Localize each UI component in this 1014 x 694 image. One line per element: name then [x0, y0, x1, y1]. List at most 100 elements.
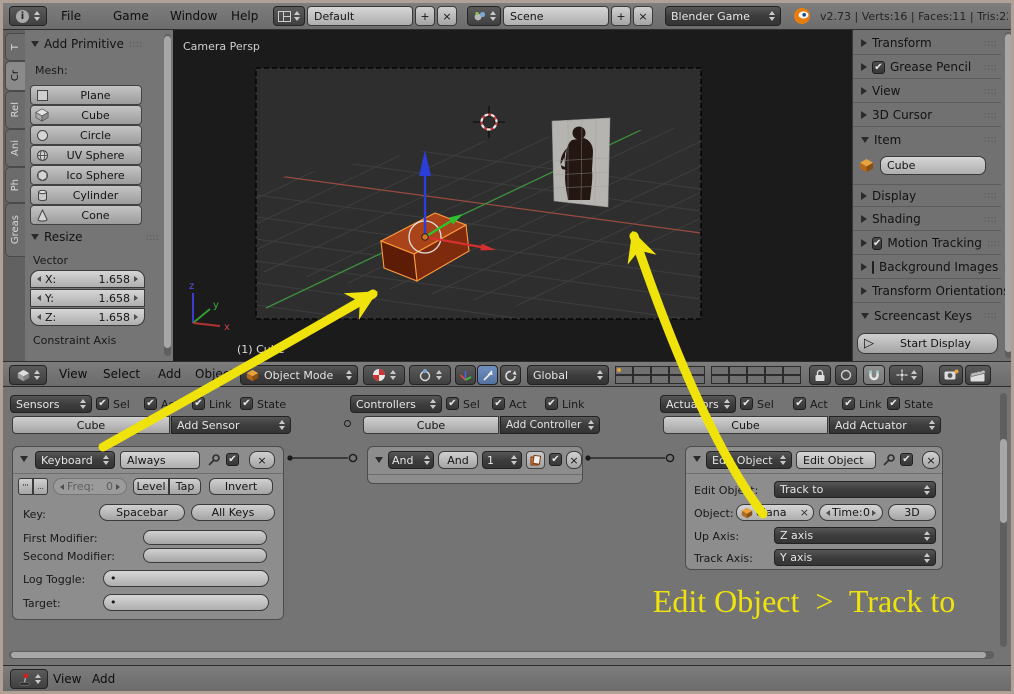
sensors-sel-checkbox[interactable]: ✔ [96, 397, 109, 410]
tab-grease-pencil[interactable]: Greas [5, 203, 25, 257]
resize-y-field[interactable]: Y: 1.658 [30, 289, 145, 307]
key-button[interactable]: Spacebar [99, 504, 185, 521]
decrement-arrow[interactable] [37, 276, 41, 282]
engine-dropdown[interactable]: Blender Game [665, 6, 781, 26]
3d-toggle[interactable]: 3D [888, 504, 936, 521]
section-background-images[interactable]: Background Images:::: [853, 256, 1011, 279]
screen-layout-browse-button[interactable] [273, 6, 305, 26]
scene-browse-button[interactable] [467, 6, 501, 26]
controller-state-dropdown[interactable]: 1 [482, 451, 522, 469]
logic-h-scrollbar[interactable] [9, 651, 994, 659]
actuators-filter-dropdown[interactable]: Actuators [660, 395, 736, 413]
actuators-act-checkbox[interactable]: ✔ [793, 397, 806, 410]
delete-controller-button[interactable]: × [566, 451, 582, 469]
section-motion-tracking[interactable]: ✔ Motion Tracking:::: [853, 232, 1001, 255]
add-cube-button[interactable]: Cube [30, 105, 142, 125]
actuators-sel-checkbox[interactable]: ✔ [740, 397, 753, 410]
tab-tools[interactable]: T [5, 33, 25, 61]
delete-sensor-button[interactable]: × [249, 451, 275, 469]
level-toggle[interactable]: Level [133, 478, 169, 495]
pivot-point-dropdown[interactable] [409, 365, 451, 385]
controllers-act-checkbox[interactable]: ✔ [492, 397, 505, 410]
layers-grid-1[interactable] [615, 366, 705, 384]
menu-view[interactable]: View [53, 672, 81, 686]
sensors-object-name[interactable]: Cube [12, 416, 170, 434]
increment-arrow[interactable] [134, 276, 138, 282]
actuators-link-checkbox[interactable]: ✔ [842, 397, 855, 410]
add-cylinder-button[interactable]: Cylinder [30, 185, 142, 205]
actuators-state-checkbox[interactable]: ✔ [887, 397, 900, 410]
time-field[interactable]: Time: 0 [819, 504, 883, 521]
start-display-button[interactable]: ▷ Start Display [857, 333, 998, 354]
layers-grid-2[interactable] [711, 366, 801, 384]
first-modifier-field[interactable] [143, 530, 267, 545]
snap-toggle-button[interactable] [863, 365, 885, 385]
menu-file[interactable]: File [61, 9, 81, 23]
add-circle-button[interactable]: Circle [30, 125, 142, 145]
properties-scrollbar[interactable] [1005, 32, 1011, 358]
viewport-3d[interactable]: z y x Camera Persp (1) Cube [173, 30, 852, 361]
tab-relations[interactable]: Rel [5, 91, 25, 129]
diana-object[interactable] [551, 117, 611, 208]
second-modifier-field[interactable] [143, 548, 267, 563]
menu-help[interactable]: Help [231, 9, 258, 23]
add-primitive-panel-header[interactable]: Add Primitive :::: [31, 37, 167, 51]
clear-object-icon[interactable]: × [800, 506, 809, 519]
frequency-field[interactable]: Freq: 0 [53, 478, 127, 495]
manipulator-toggle-button[interactable] [455, 365, 476, 385]
section-shading[interactable]: Shading:::: [853, 208, 1001, 231]
menu-object[interactable]: Object [195, 367, 234, 381]
menu-view[interactable]: View [59, 367, 87, 381]
scene-lock-button[interactable] [809, 365, 831, 385]
delete-scene-button[interactable]: × [633, 6, 653, 26]
target-field[interactable]: • [103, 594, 269, 611]
increment-arrow[interactable] [134, 314, 138, 320]
sensor-active-checkbox[interactable]: ✔ [226, 453, 239, 466]
editor-type-button-info[interactable]: i [9, 6, 47, 26]
mode-dropdown[interactable]: Object Mode [240, 365, 358, 385]
pin-icon[interactable] [882, 453, 896, 467]
target-object-field[interactable]: diana × [736, 504, 814, 521]
menu-add[interactable]: Add [92, 672, 115, 686]
decrement-arrow[interactable] [60, 483, 64, 490]
opengl-render-button[interactable] [939, 365, 963, 385]
tab-animation[interactable]: Ani [5, 129, 25, 167]
viewport-shading-dropdown[interactable] [363, 365, 405, 385]
resize-z-field[interactable]: Z: 1.658 [30, 308, 145, 326]
increment-arrow[interactable] [134, 295, 138, 301]
invert-toggle[interactable]: Invert [209, 478, 273, 495]
opengl-render-anim-button[interactable] [965, 365, 991, 385]
section-3d-cursor[interactable]: 3D Cursor:::: [853, 104, 1001, 127]
actuator-name-field[interactable]: Edit Object [796, 451, 876, 469]
orientation-dropdown[interactable]: Global [527, 365, 609, 385]
add-ico-sphere-button[interactable]: Ico Sphere [30, 165, 142, 185]
all-keys-toggle[interactable]: All Keys [191, 504, 275, 521]
add-controller-dropdown[interactable]: Add Controller [500, 416, 600, 434]
add-scene-button[interactable]: + [611, 6, 631, 26]
resize-panel-header[interactable]: Resize :::: [31, 230, 167, 244]
edit-object-mode-dropdown[interactable]: Track to [774, 481, 936, 498]
grease-pencil-checkbox[interactable]: ✔ [872, 60, 885, 74]
section-item[interactable]: Item:::: [853, 128, 1001, 151]
tap-toggle[interactable]: Tap [169, 478, 201, 495]
delete-actuator-button[interactable]: × [922, 451, 940, 469]
add-uv-sphere-button[interactable]: UV Sphere [30, 145, 142, 165]
screen-layout-name-field[interactable]: Default [307, 6, 413, 26]
track-axis-dropdown[interactable]: Y axis [774, 549, 936, 566]
decrement-arrow[interactable] [826, 509, 830, 516]
actuator-type-dropdown[interactable]: Edit Object [706, 451, 792, 469]
actuator-active-checkbox[interactable]: ✔ [900, 453, 913, 466]
sensors-act-checkbox[interactable]: ✔ [144, 397, 157, 410]
menu-select[interactable]: Select [103, 367, 140, 381]
proportional-edit-button[interactable] [835, 365, 857, 385]
section-transform[interactable]: Transform:::: [853, 32, 1001, 55]
controller-active-checkbox[interactable]: ✔ [549, 453, 562, 466]
actuators-object-name[interactable]: Cube [663, 416, 828, 434]
log-toggle-field[interactable]: • [103, 570, 269, 587]
controller-name-field[interactable]: And [438, 451, 478, 469]
add-actuator-dropdown[interactable]: Add Actuator [829, 416, 941, 434]
rotate-manipulator-button[interactable] [500, 365, 521, 385]
background-images-checkbox[interactable] [872, 260, 874, 274]
translate-manipulator-button[interactable] [477, 365, 498, 385]
delete-screen-button[interactable]: × [437, 6, 457, 26]
